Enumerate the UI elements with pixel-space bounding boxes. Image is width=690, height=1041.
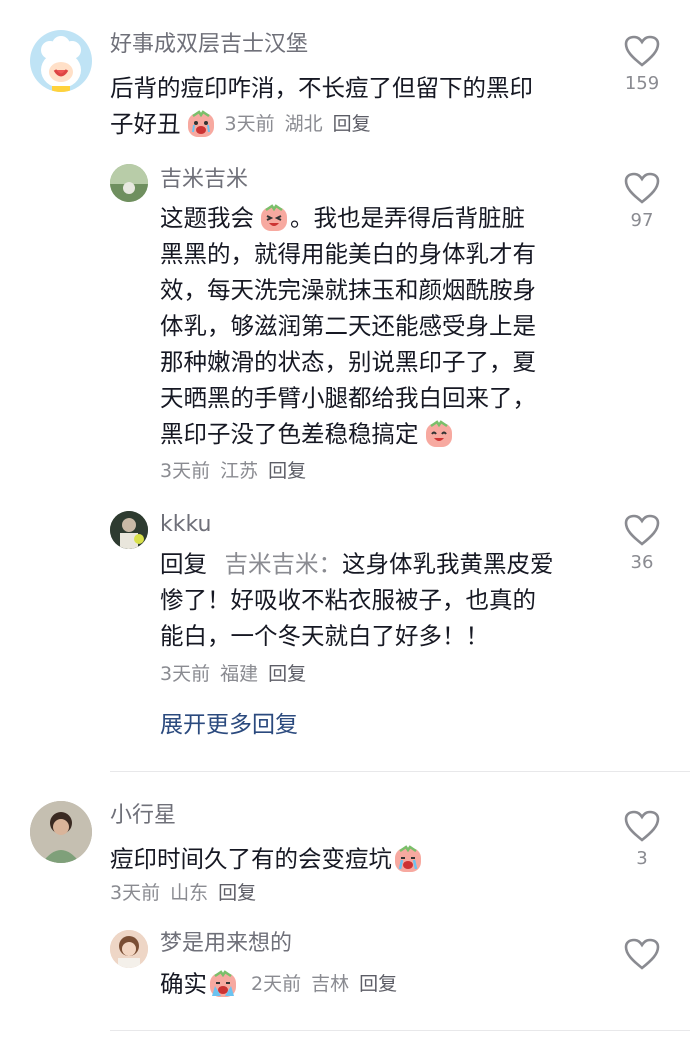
comment-text: 这题我会 。我也是弄得后背脏脏 黑黑的，就得用能美白的身体乳才有 效，每天洗完澡… [160,200,600,452]
comment-text: 痘印时间久了有的会变痘坑 [110,841,600,877]
comment-time: 3天前 [160,460,211,482]
comment-text-line: 效，每天洗完澡就抹玉和颜烟酰胺身 [160,276,536,304]
comment-time: 3天前 [224,113,275,135]
comment-text: 确实 2天前 吉林 回复 [160,966,600,1002]
comment-text-line: 能白，一个冬天就白了好多！！ [160,622,489,650]
heart-icon [624,810,660,842]
avatar[interactable] [30,801,92,863]
comment-time: 3天前 [160,663,211,685]
like-count: 97 [630,210,654,231]
comment-text-line: 子好丑 [110,110,181,138]
divider [110,1030,690,1031]
laughing-emoji [261,204,287,231]
comment-meta: 3天前 山东 回复 [110,879,266,907]
comment-text: 回复 吉米吉米：这身体乳我黄黑皮爱 惨了！好吸收不粘衣服被子，也真的 能白，一个… [160,546,600,654]
comment-text-line: 。我也是弄得后背脏脏 [290,204,525,232]
comment-location: 江苏 [220,460,259,482]
comment-username[interactable]: kkku [160,510,212,540]
heart-icon [624,35,660,67]
comment-meta: 3天前 福建 回复 [160,660,316,688]
expand-replies-button[interactable]: 展开更多回复 [160,709,298,741]
avatar[interactable] [30,30,92,92]
reply-button[interactable]: 回复 [218,882,256,904]
avatar[interactable] [110,511,148,549]
like-button[interactable]: 3 [612,810,672,872]
heart-icon [624,514,660,546]
comment-location: 福建 [220,663,259,685]
comment-text-line: 黑印子没了色差稳稳搞定 [160,420,419,448]
crying-emoji [210,970,236,997]
heart-icon [624,938,660,970]
like-button[interactable]: 36 [612,514,672,576]
comment-text-line: 体乳，够滋润第二天还能感受身上是 [160,312,536,340]
comment-text-line: 那种嫩滑的状态，别说黑印子了，夏 [160,348,536,376]
comment-username[interactable]: 梦是用来想的 [160,929,292,959]
like-button[interactable] [612,938,672,970]
comment-time: 2天前 [251,973,302,995]
comment-text-line: 惨了！好吸收不粘衣服被子，也真的 [160,586,536,614]
comment-time: 3天前 [110,882,161,904]
avatar[interactable] [110,164,148,202]
reply-button[interactable]: 回复 [268,460,306,482]
comment-text-line: 这身体乳我黄黑皮爱 [341,550,554,578]
comment-text: 后背的痘印咋消，不长痘了但留下的黑印 子好丑 3天前 湖北 回复 [110,70,600,142]
comment-text-line: 这题我会 [160,204,254,232]
like-count: 36 [630,552,654,573]
happy-emoji [425,420,452,447]
reply-button[interactable]: 回复 [333,113,371,135]
like-button[interactable]: 97 [612,172,672,234]
heart-icon [624,172,660,204]
comment-text-line: 天晒黑的手臂小腿都给我白回来了， [160,384,536,412]
comment-username[interactable]: 小行星 [110,801,176,831]
reply-button[interactable]: 回复 [268,663,306,685]
comment-username[interactable]: 好事成双层吉士汉堡 [110,30,308,60]
divider [110,771,690,772]
like-button[interactable]: 159 [612,35,672,97]
comment-location: 吉林 [311,973,350,995]
avatar[interactable] [110,930,148,968]
crying-emoji [395,845,421,872]
like-count: 159 [624,73,660,94]
like-count: 3 [636,848,648,869]
comment-location: 山东 [170,882,209,904]
crying-emoji [187,110,214,137]
comment-meta: 3天前 江苏 回复 [160,457,316,485]
reply-button[interactable]: 回复 [359,973,397,995]
reply-prefix: 回复 [160,550,207,578]
comment-text-line: 确实 [160,970,207,998]
comment-text-line: 后背的痘印咋消，不长痘了但留下的黑印 [110,74,533,102]
comment-text-line: 痘印时间久了有的会变痘坑 [110,845,392,873]
comment-text-line: 黑黑的，就得用能美白的身体乳才有 [160,240,536,268]
reply-to-username[interactable]: 吉米吉米： [224,550,342,578]
comment-location: 湖北 [284,113,323,135]
comment-username[interactable]: 吉米吉米 [160,165,248,195]
